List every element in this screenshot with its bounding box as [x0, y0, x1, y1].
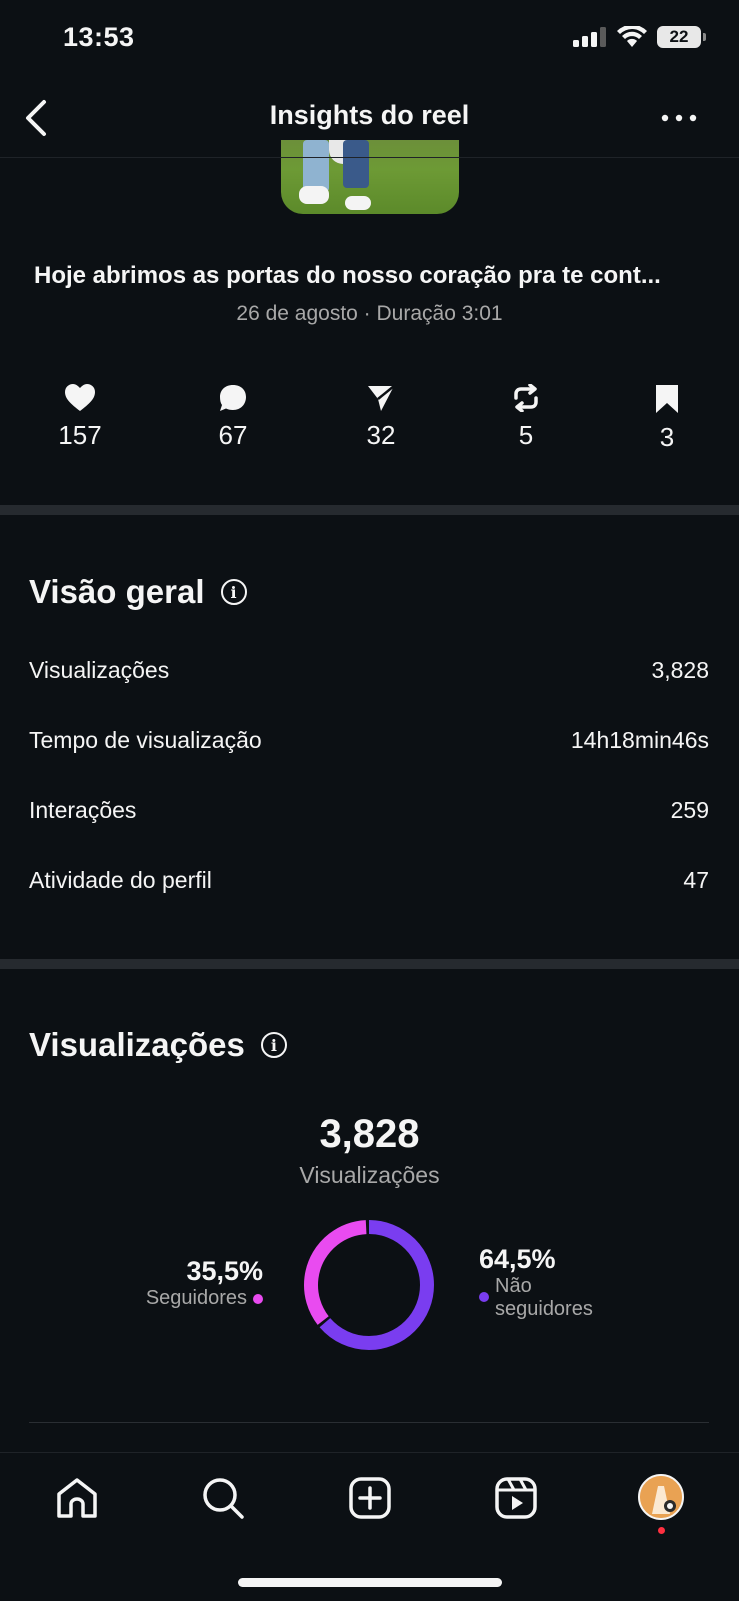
home-indicator[interactable]	[238, 1578, 502, 1587]
views-total: 3,828	[319, 1112, 420, 1156]
bookmark-icon	[656, 385, 678, 413]
overview-row-label: Visualizações	[29, 657, 170, 683]
wifi-icon	[617, 26, 647, 47]
avatar	[640, 1476, 682, 1518]
share-icon	[368, 385, 395, 411]
add-icon	[349, 1477, 391, 1519]
info-icon[interactable]: i	[220, 579, 247, 605]
overview-row-value: 14h18min46s	[570, 727, 709, 753]
views-title: Visualizações i	[29, 1026, 287, 1064]
reels-icon	[495, 1477, 537, 1519]
nav-reels[interactable]	[492, 1474, 540, 1522]
signal-icon	[573, 27, 606, 47]
section-separator	[0, 959, 739, 969]
info-icon[interactable]: i	[260, 1032, 287, 1058]
comments-count: 67	[218, 420, 248, 450]
nav-create[interactable]	[346, 1474, 394, 1522]
followers-label: Seguidores	[145, 1287, 247, 1309]
overview-row-value: 259	[670, 797, 709, 823]
nav-profile-avatar[interactable]	[638, 1474, 684, 1520]
repost-icon	[514, 384, 538, 412]
reel-thumbnail[interactable]	[281, 140, 459, 214]
more-icon	[661, 114, 697, 122]
followers-pct: 35,5%	[186, 1256, 263, 1286]
non-followers-label-line1: Não	[495, 1275, 532, 1297]
page-title: Insights do reel	[269, 100, 470, 130]
more-options-button[interactable]	[657, 104, 701, 132]
overview-row-value: 3,828	[651, 657, 709, 683]
overview-row-value: 47	[683, 867, 709, 893]
comment-icon	[220, 385, 246, 411]
reposts-count: 5	[518, 420, 534, 450]
section-separator	[0, 505, 739, 515]
overview-title: Visão geral i	[29, 573, 247, 611]
battery-level: 22	[669, 27, 689, 46]
likes-stat: 157	[20, 384, 140, 451]
saves-count: 3	[659, 422, 675, 452]
overview-row-label: Atividade do perfil	[29, 867, 212, 893]
content-divider	[29, 1422, 709, 1423]
notification-dot	[658, 1527, 665, 1534]
overview-row-label: Interações	[29, 797, 137, 823]
likes-count: 157	[58, 420, 102, 450]
shares-stat: 32	[321, 384, 441, 451]
reposts-stat: 5	[466, 384, 586, 451]
home-icon	[57, 1478, 97, 1518]
reel-meta: 26 de agosto · Duração 3:01	[236, 302, 503, 325]
overview-title-text: Visão geral	[29, 573, 205, 610]
saves-stat: 3	[607, 384, 727, 453]
non-followers-label-line2: seguidores	[495, 1298, 593, 1320]
non-followers-legend: 64,5% Não seguidores	[479, 1244, 593, 1321]
heart-icon	[65, 384, 95, 411]
views-total-label: Visualizações	[299, 1162, 440, 1188]
overview-row-label: Tempo de visualização	[29, 727, 262, 753]
donut-segment-followers	[304, 1220, 434, 1350]
status-icons: 22	[573, 26, 706, 48]
reel-caption: Hoje abrimos as portas do nosso coração …	[34, 262, 661, 289]
non-followers-pct: 64,5%	[479, 1244, 556, 1274]
search-icon	[203, 1478, 244, 1519]
overview-row[interactable]: Interações 259	[29, 797, 709, 824]
nav-home[interactable]	[53, 1474, 101, 1522]
nav-search[interactable]	[199, 1474, 247, 1522]
overview-row[interactable]: Tempo de visualização 14h18min46s	[29, 727, 709, 754]
followers-dot	[253, 1293, 263, 1304]
battery-icon: 22	[657, 26, 706, 48]
shares-count: 32	[366, 420, 396, 450]
views-donut-chart	[304, 1220, 434, 1350]
views-title-text: Visualizações	[29, 1026, 245, 1063]
comments-stat: 67	[173, 384, 293, 451]
overview-row[interactable]: Atividade do perfil 47	[29, 867, 709, 894]
overview-row[interactable]: Visualizações 3,828	[29, 657, 709, 684]
followers-legend: 35,5% Seguidores	[146, 1256, 263, 1310]
status-time: 13:53	[63, 22, 135, 52]
non-followers-dot	[479, 1292, 489, 1302]
header-divider	[0, 157, 739, 158]
